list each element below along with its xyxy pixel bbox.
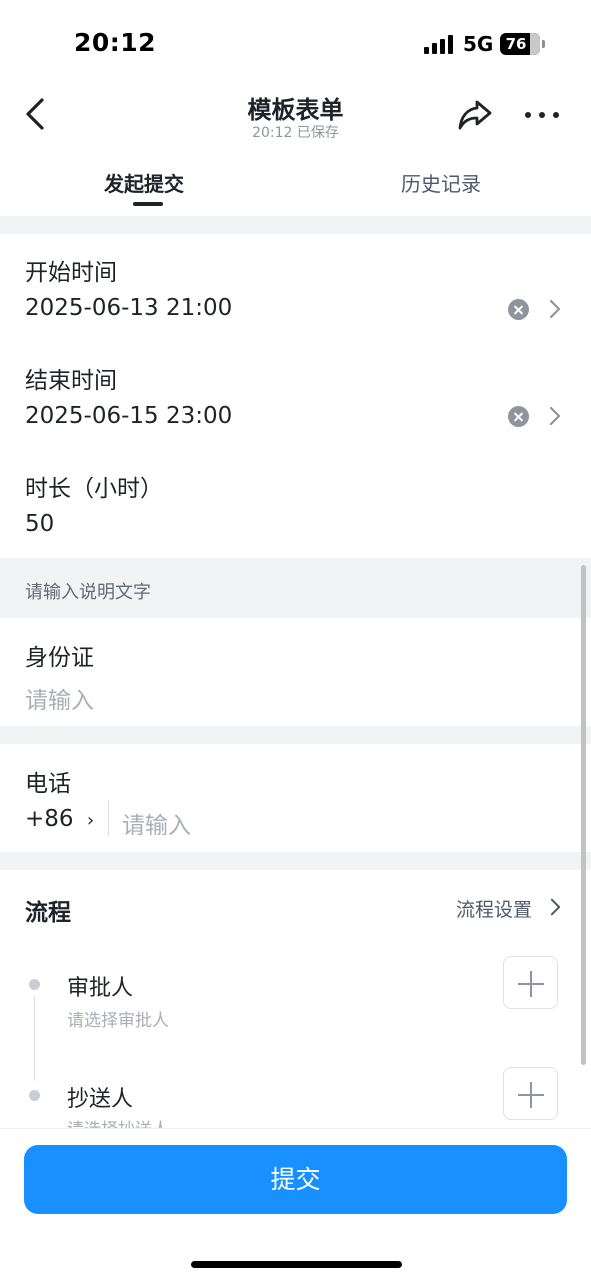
approver-title: 审批人: [67, 976, 134, 1001]
chevron-right-icon[interactable]: [548, 405, 562, 427]
more-icon[interactable]: [522, 104, 562, 124]
signal-icon: [424, 34, 456, 54]
chevron-right-icon[interactable]: [549, 897, 562, 917]
section-divider: [0, 726, 591, 744]
submit-button[interactable]: 提交: [24, 1145, 567, 1214]
country-code-selector[interactable]: +86 ›: [25, 806, 94, 832]
approver-subtitle: 请选择审批人: [67, 1011, 169, 1031]
home-indicator: [191, 1261, 402, 1268]
battery-icon: 76: [500, 33, 545, 55]
process-title: 流程: [25, 900, 71, 926]
chevron-right-icon: ›: [86, 810, 95, 831]
clear-icon[interactable]: [508, 299, 529, 320]
timeline-dot: [29, 1090, 40, 1101]
status-time: 20:12: [74, 28, 157, 57]
timeline-dot: [29, 979, 40, 990]
process-settings-label: 流程设置: [456, 899, 533, 921]
description-text: 请输入说明文字: [25, 582, 151, 603]
network-type: 5G: [463, 32, 494, 56]
phone-divider: [108, 800, 109, 836]
share-icon[interactable]: [456, 96, 494, 134]
end-time-value[interactable]: 2025-06-15 23:00: [25, 403, 232, 429]
tab-bar: 发起提交 历史记录: [0, 150, 591, 216]
id-card-input[interactable]: 请输入: [25, 681, 94, 715]
id-card-label: 身份证: [25, 645, 94, 671]
clear-icon[interactable]: [508, 406, 529, 427]
section-divider: [0, 216, 591, 234]
cc-title: 抄送人: [67, 1087, 134, 1112]
status-bar: 20:12 5G 76: [0, 0, 591, 88]
add-cc-button[interactable]: [503, 1067, 558, 1120]
start-time-value[interactable]: 2025-06-13 21:00: [25, 295, 232, 321]
tab-history[interactable]: 历史记录: [401, 168, 481, 197]
add-approver-button[interactable]: [503, 956, 558, 1009]
page-title: 模板表单: [247, 96, 344, 124]
phone-label: 电话: [25, 771, 71, 797]
battery-level: 76: [505, 35, 527, 53]
end-time-label: 结束时间: [25, 368, 117, 394]
save-status: 20:12 已保存: [252, 125, 339, 141]
process-settings-link[interactable]: 流程设置: [456, 895, 532, 922]
tab-active-indicator: [133, 202, 163, 206]
country-code: +86: [25, 806, 74, 832]
phone-input[interactable]: 请输入: [122, 806, 191, 840]
chevron-right-icon[interactable]: [548, 298, 562, 320]
bottom-bar: 提交: [0, 1128, 591, 1280]
scrollbar[interactable]: [581, 565, 586, 1065]
start-time-label: 开始时间: [25, 260, 117, 286]
section-divider: [0, 852, 591, 870]
nav-bar: 模板表单 20:12 已保存: [0, 88, 591, 150]
duration-value: 50: [25, 511, 55, 537]
tab-submit[interactable]: 发起提交: [104, 168, 184, 197]
timeline-line: [34, 996, 35, 1081]
duration-label: 时长（小时）: [25, 476, 163, 502]
